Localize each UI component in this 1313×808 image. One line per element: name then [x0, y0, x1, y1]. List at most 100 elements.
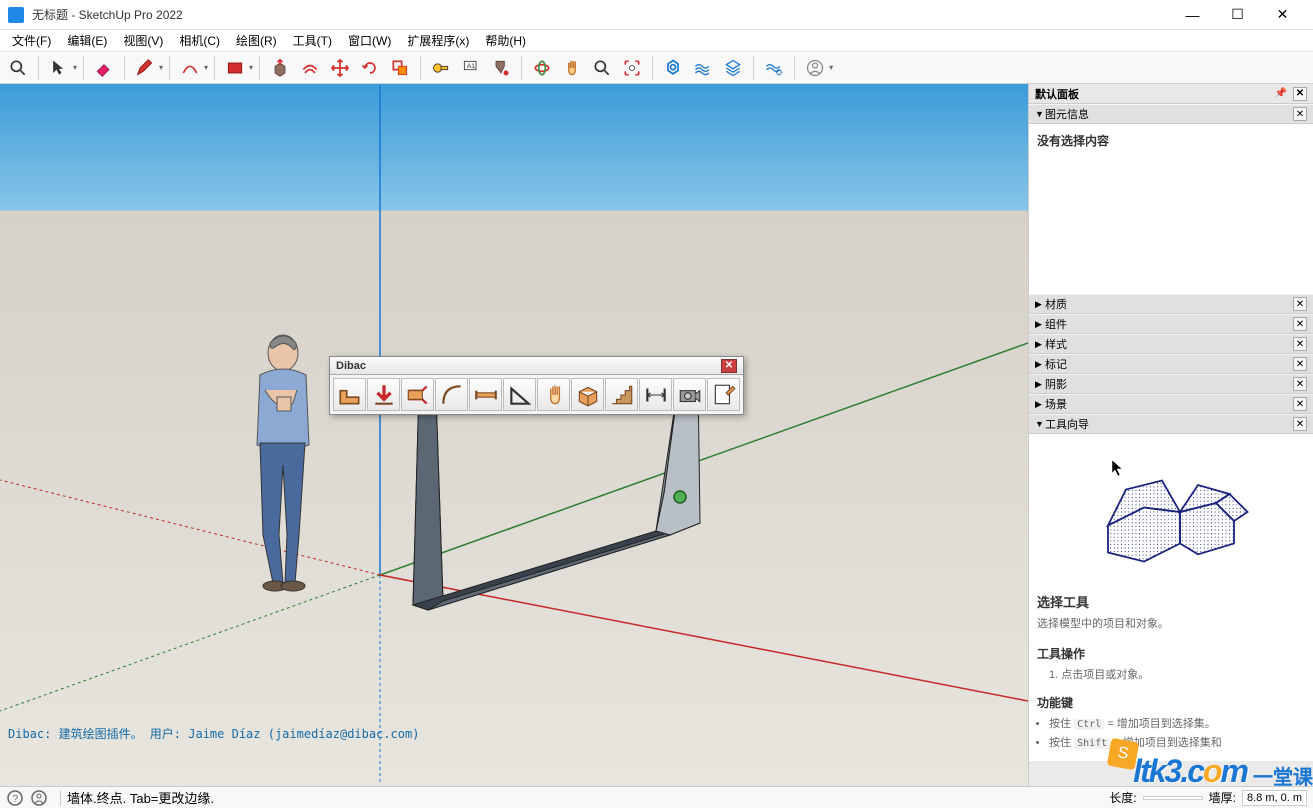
- tape-tool[interactable]: [427, 54, 455, 82]
- panel-close-scenes[interactable]: ✕: [1293, 397, 1307, 411]
- status-hint: 墙体.终点. Tab=更改边缘.: [67, 788, 1109, 807]
- zoom-extents-tool[interactable]: [618, 54, 646, 82]
- dibac-down-arrow-tool[interactable]: [367, 378, 400, 411]
- instructor-ops-title: 工具操作: [1037, 645, 1305, 662]
- text-tool[interactable]: A1: [457, 54, 485, 82]
- scale-figure: [257, 335, 309, 591]
- panel-close-materials[interactable]: ✕: [1293, 297, 1307, 311]
- pin-icon[interactable]: 📌: [1275, 88, 1287, 99]
- dibac-toolbar[interactable]: Dibac ✕: [329, 356, 744, 415]
- pan-tool[interactable]: [558, 54, 586, 82]
- menu-window[interactable]: 窗口(W): [340, 30, 399, 51]
- dibac-camera-tool[interactable]: [673, 378, 706, 411]
- menu-edit[interactable]: 编辑(E): [59, 30, 115, 51]
- panel-header-materials[interactable]: ▶ 材质 ✕: [1029, 294, 1313, 314]
- plugin-info-text: Dibac: 建筑绘图插件。 用户: Jaime Díaz (jaimedíaz…: [8, 725, 419, 742]
- thickness-label: 墙厚:: [1209, 789, 1236, 806]
- tray-close-button[interactable]: ✕: [1293, 87, 1307, 101]
- viewport-3d[interactable]: Dibac ✕ Dibac: 建筑绘图插件。 用户: Jaime Díaz (j…: [0, 84, 1028, 786]
- dibac-wall-tool[interactable]: [333, 378, 366, 411]
- menubar: 文件(F) 编辑(E) 视图(V) 相机(C) 绘图(R) 工具(T) 窗口(W…: [0, 30, 1313, 52]
- instructor-tool-desc: 选择模型中的项目和对象。: [1037, 615, 1305, 631]
- offset-tool[interactable]: [296, 54, 324, 82]
- close-button[interactable]: ✕: [1260, 0, 1305, 30]
- user-icon[interactable]: [801, 54, 829, 82]
- thickness-field[interactable]: 8.8 m, 0. m: [1242, 790, 1307, 806]
- collapse-icon: ▶: [1035, 379, 1045, 390]
- menu-help[interactable]: 帮助(H): [477, 30, 534, 51]
- instructor-tool-title: 选择工具: [1037, 592, 1305, 611]
- cursor-icon: [1111, 459, 1125, 477]
- collapse-icon: ▶: [1035, 399, 1045, 410]
- eraser-tool[interactable]: [90, 54, 118, 82]
- dibac-parallel-tool[interactable]: [401, 378, 434, 411]
- pencil-dropdown-icon[interactable]: ▾: [159, 63, 163, 72]
- tray-title[interactable]: 默认面板 📌 ✕: [1029, 84, 1313, 104]
- extension-gear-icon[interactable]: [760, 54, 788, 82]
- rotate-tool[interactable]: [356, 54, 384, 82]
- maximize-button[interactable]: ☐: [1215, 0, 1260, 30]
- extension-manager-icon[interactable]: [659, 54, 687, 82]
- rectangle-tool[interactable]: [221, 54, 249, 82]
- dibac-box-tool[interactable]: [571, 378, 604, 411]
- panel-header-shadows[interactable]: ▶ 阴影 ✕: [1029, 374, 1313, 394]
- panel-header-styles[interactable]: ▶ 样式 ✕: [1029, 334, 1313, 354]
- instructor-illustration: [1081, 452, 1261, 572]
- collapse-icon: ▶: [1035, 359, 1045, 370]
- user-dropdown-icon[interactable]: ▾: [829, 63, 833, 72]
- menu-tools[interactable]: 工具(T): [285, 30, 340, 51]
- extension-wave-icon[interactable]: [689, 54, 717, 82]
- menu-file[interactable]: 文件(F): [4, 30, 59, 51]
- dibac-edit-tool[interactable]: [707, 378, 740, 411]
- expand-icon: ▼: [1035, 109, 1045, 119]
- panel-header-scenes[interactable]: ▶ 场景 ✕: [1029, 394, 1313, 414]
- app-icon: [8, 7, 24, 23]
- arc-tool[interactable]: [176, 54, 204, 82]
- person-icon[interactable]: [30, 789, 48, 807]
- panel-close-styles[interactable]: ✕: [1293, 337, 1307, 351]
- help-icon[interactable]: ?: [6, 789, 24, 807]
- search-tool[interactable]: [4, 54, 32, 82]
- panel-header-instructor[interactable]: ▼ 工具向导 ✕: [1029, 414, 1313, 434]
- panel-close-components[interactable]: ✕: [1293, 317, 1307, 331]
- minimize-button[interactable]: —: [1170, 0, 1215, 30]
- panel-header-tags[interactable]: ▶ 标记 ✕: [1029, 354, 1313, 374]
- zoom-tool[interactable]: [588, 54, 616, 82]
- dibac-close-button[interactable]: ✕: [721, 359, 737, 373]
- dibac-toolbar-title[interactable]: Dibac ✕: [330, 357, 743, 375]
- dibac-hand-tool[interactable]: [537, 378, 570, 411]
- orbit-tool[interactable]: [528, 54, 556, 82]
- scale-tool[interactable]: [386, 54, 414, 82]
- menu-camera[interactable]: 相机(C): [171, 30, 228, 51]
- menu-view[interactable]: 视图(V): [115, 30, 171, 51]
- dibac-beam-tool[interactable]: [469, 378, 502, 411]
- select-tool[interactable]: [45, 54, 73, 82]
- dibac-stairs-tool[interactable]: [605, 378, 638, 411]
- panel-header-entity[interactable]: ▼ 图元信息 ✕: [1029, 104, 1313, 124]
- menu-extensions[interactable]: 扩展程序(x): [399, 30, 477, 51]
- pencil-tool[interactable]: [131, 54, 159, 82]
- extension-layers-icon[interactable]: [719, 54, 747, 82]
- length-field[interactable]: [1143, 796, 1203, 800]
- dibac-dimension-tool[interactable]: [639, 378, 672, 411]
- entity-info-body: 没有选择内容: [1029, 124, 1313, 294]
- panel-header-components[interactable]: ▶ 组件 ✕: [1029, 314, 1313, 334]
- svg-text:?: ?: [13, 794, 19, 805]
- svg-text:A1: A1: [467, 63, 475, 70]
- arc-dropdown-icon[interactable]: ▾: [204, 63, 208, 72]
- menu-draw[interactable]: 绘图(R): [228, 30, 285, 51]
- instructor-keys-title: 功能键: [1037, 694, 1305, 711]
- panel-close-entity[interactable]: ✕: [1293, 107, 1307, 121]
- dibac-angle-tool[interactable]: [503, 378, 536, 411]
- dibac-arc-tool[interactable]: [435, 378, 468, 411]
- rect-dropdown-icon[interactable]: ▾: [249, 63, 253, 72]
- pushpull-tool[interactable]: [266, 54, 294, 82]
- titlebar: 无标题 - SketchUp Pro 2022 — ☐ ✕: [0, 0, 1313, 30]
- panel-close-shadows[interactable]: ✕: [1293, 377, 1307, 391]
- instructor-body: 选择工具 选择模型中的项目和对象。 工具操作 1. 点击项目或对象。 功能键 按…: [1029, 434, 1313, 761]
- panel-close-instructor[interactable]: ✕: [1293, 417, 1307, 431]
- panel-close-tags[interactable]: ✕: [1293, 357, 1307, 371]
- select-dropdown-icon[interactable]: ▾: [73, 63, 77, 72]
- move-tool[interactable]: [326, 54, 354, 82]
- paint-tool[interactable]: [487, 54, 515, 82]
